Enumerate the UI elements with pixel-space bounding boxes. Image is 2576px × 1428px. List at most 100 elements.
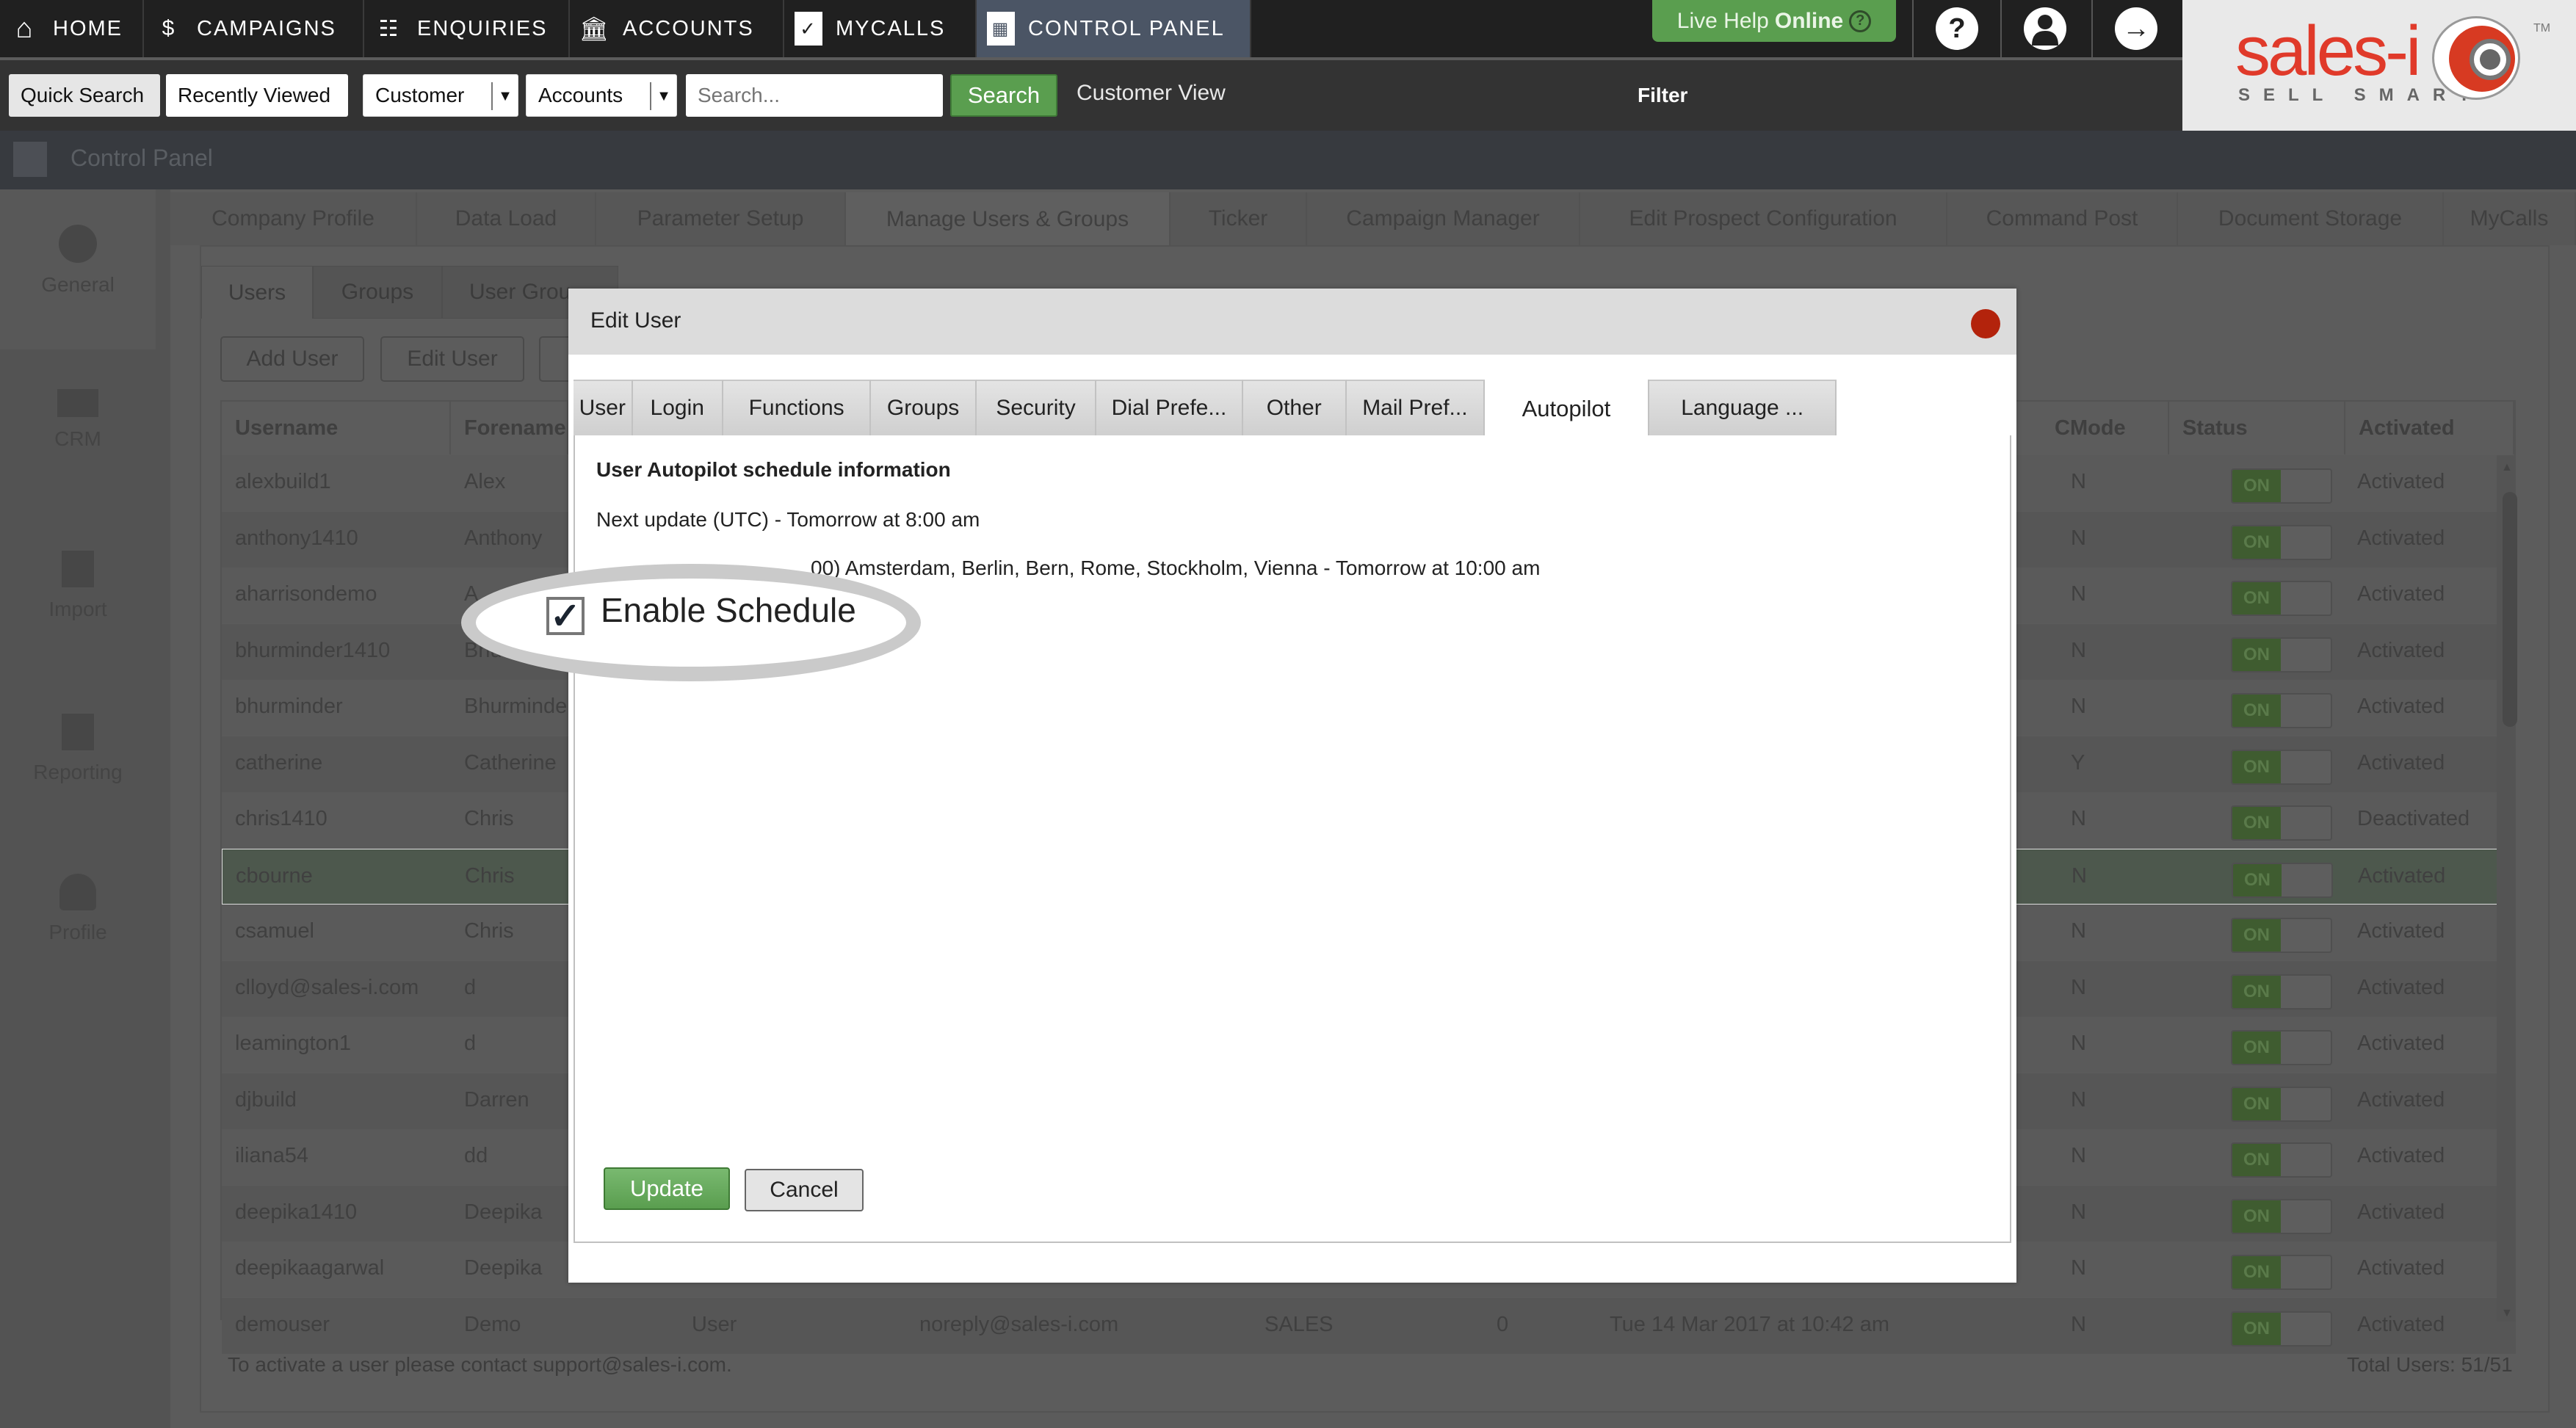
modal-tab-user[interactable]: User [574, 380, 633, 435]
update-button[interactable]: Update [604, 1167, 730, 1210]
nav-control-panel[interactable]: ▦ CONTROL PANEL [977, 0, 1251, 57]
cell-forename: Deepika [464, 1256, 543, 1280]
cell-username: aharrisondemo [235, 582, 377, 606]
col-activated[interactable]: Activated [2345, 402, 2514, 454]
status-toggle[interactable]: ON [2231, 581, 2332, 616]
sidebar-item-general[interactable]: General [0, 189, 156, 349]
col-forename[interactable]: Forename [451, 402, 568, 454]
customer-view-link[interactable]: Customer View [1077, 81, 1226, 106]
cell-forename: dd [464, 1144, 488, 1167]
enable-schedule-checkbox[interactable]: ✓ [546, 597, 585, 635]
scroll-down-icon[interactable]: ▼ [2501, 1307, 2513, 1320]
tab-groups[interactable]: Groups [313, 266, 442, 319]
tab-parameter-setup[interactable]: Parameter Setup [596, 192, 846, 245]
status-toggle[interactable]: ON [2231, 805, 2332, 841]
autopilot-heading: User Autopilot schedule information [596, 458, 951, 481]
live-help-prefix: Live Help [1676, 8, 1769, 33]
status-toggle[interactable]: ON [2231, 693, 2332, 728]
status-toggle[interactable]: ON [2232, 862, 2333, 898]
gear-icon [59, 225, 97, 263]
status-toggle[interactable]: ON [2231, 749, 2332, 785]
status-toggle[interactable]: ON [2231, 1311, 2332, 1347]
add-user-button[interactable]: Add User [220, 336, 364, 382]
status-toggle[interactable]: ON [2231, 637, 2332, 673]
modal-tab-autopilot[interactable]: Autopilot [1484, 380, 1649, 438]
modal-tab-security[interactable]: Security [976, 380, 1097, 435]
sidebar-item-profile[interactable]: Profile [0, 874, 156, 944]
status-toggle[interactable]: ON [2231, 1142, 2332, 1178]
control-panel-icon: ▦ [987, 12, 1015, 46]
status-toggle[interactable]: ON [2231, 1198, 2332, 1234]
status-toggle[interactable]: ON [2231, 524, 2332, 560]
status-toggle[interactable]: ON [2231, 1086, 2332, 1122]
modal-tab-groups[interactable]: Groups [871, 380, 977, 435]
status-toggle[interactable]: ON [2231, 974, 2332, 1010]
tab-company-profile[interactable]: Company Profile [170, 192, 417, 245]
modal-tab-language[interactable]: Language ... [1649, 380, 1837, 435]
tab-users[interactable]: Users [201, 266, 313, 319]
nav-home[interactable]: ⌂ HOME [0, 0, 144, 57]
scope-select[interactable]: Accounts ▼ [526, 74, 677, 117]
enable-schedule-label[interactable]: Enable Schedule [601, 590, 856, 630]
toggle-on-label: ON [2232, 638, 2281, 671]
tab-manage-users-groups[interactable]: Manage Users & Groups [846, 192, 1171, 247]
type-select[interactable]: Customer ▼ [363, 74, 518, 117]
user-profile-button[interactable] [2000, 0, 2088, 57]
tab-edit-prospect-configuration[interactable]: Edit Prospect Configuration [1580, 192, 1947, 245]
cell-cmode: N [2072, 863, 2087, 888]
col-username[interactable]: Username [222, 402, 451, 454]
cell-activated: Activated [2357, 1087, 2445, 1112]
cell-cmode: N [2071, 975, 2086, 999]
cell-username: djbuild [235, 1087, 297, 1112]
nav-enquiries[interactable]: ☷ ENQUIRIES [364, 0, 570, 57]
tab-document-storage[interactable]: Document Storage [2178, 192, 2444, 245]
toggle-on-label: ON [2232, 1200, 2281, 1233]
status-toggle[interactable]: ON [2231, 468, 2332, 504]
sidebar-item-crm[interactable]: CRM [0, 389, 156, 451]
recently-viewed-button[interactable]: Recently Viewed [166, 74, 348, 117]
question-icon: ? [1936, 7, 1978, 50]
cancel-button[interactable]: Cancel [745, 1169, 864, 1211]
modal-tab-mail-pref[interactable]: Mail Pref... [1346, 380, 1485, 435]
modal-tab-login[interactable]: Login [632, 380, 723, 435]
nav-accounts[interactable]: 🏛 ACCOUNTS [570, 0, 784, 57]
toggle-on-label: ON [2232, 1312, 2281, 1345]
cell-forename: d [464, 975, 477, 999]
scroll-up-icon[interactable]: ▲ [2501, 461, 2513, 474]
chevron-down-icon: ▼ [491, 82, 518, 110]
cell-forename: Catherine [464, 750, 557, 775]
filter-link[interactable]: Filter [1638, 84, 1687, 107]
nav-mycalls[interactable]: ✓ MYCALLS [784, 0, 977, 57]
quick-search-button[interactable]: Quick Search [9, 74, 160, 117]
page-header [0, 131, 2576, 189]
next-update-utc: Next update (UTC) - Tomorrow at 8:00 am [596, 508, 980, 531]
tab-campaign-manager[interactable]: Campaign Manager [1307, 192, 1580, 245]
col-cmode[interactable]: CMode [2041, 402, 2169, 454]
modal-tab-dial-prefe[interactable]: Dial Prefe... [1096, 380, 1243, 435]
nav-campaigns[interactable]: $ CAMPAIGNS [144, 0, 364, 57]
search-button[interactable]: Search [950, 74, 1057, 117]
tab-data-load[interactable]: Data Load [417, 192, 596, 245]
tab-mycalls[interactable]: MyCalls [2444, 192, 2576, 245]
live-help-button[interactable]: Live Help Online ? [1652, 0, 1896, 42]
help-button[interactable]: ? [1912, 0, 2000, 57]
modal-tab-other[interactable]: Other [1242, 380, 1347, 435]
status-toggle[interactable]: ON [2231, 1030, 2332, 1065]
search-input[interactable] [686, 74, 943, 117]
close-icon[interactable] [1971, 309, 2000, 338]
logo-brand: sales-i [2235, 12, 2421, 90]
edit-user-button[interactable]: Edit User [380, 336, 524, 382]
status-toggle[interactable]: ON [2231, 1255, 2332, 1290]
cell-cmode: N [2071, 1200, 2086, 1224]
cell-group: SALES [1265, 1312, 1334, 1336]
logout-button[interactable]: → [2091, 0, 2179, 57]
modal-tab-functions[interactable]: Functions [723, 380, 872, 435]
tab-ticker[interactable]: Ticker [1171, 192, 1307, 245]
col-status[interactable]: Status [2169, 402, 2345, 454]
scrollbar-thumb[interactable] [2503, 492, 2517, 727]
table-row[interactable]: demouser Demo User noreply@sales-i.com SALES… [222, 1297, 2516, 1354]
tab-command-post[interactable]: Command Post [1947, 192, 2178, 245]
sidebar-item-import[interactable]: Import [0, 551, 156, 621]
sidebar-item-reporting[interactable]: Reporting [0, 714, 156, 784]
status-toggle[interactable]: ON [2231, 918, 2332, 953]
